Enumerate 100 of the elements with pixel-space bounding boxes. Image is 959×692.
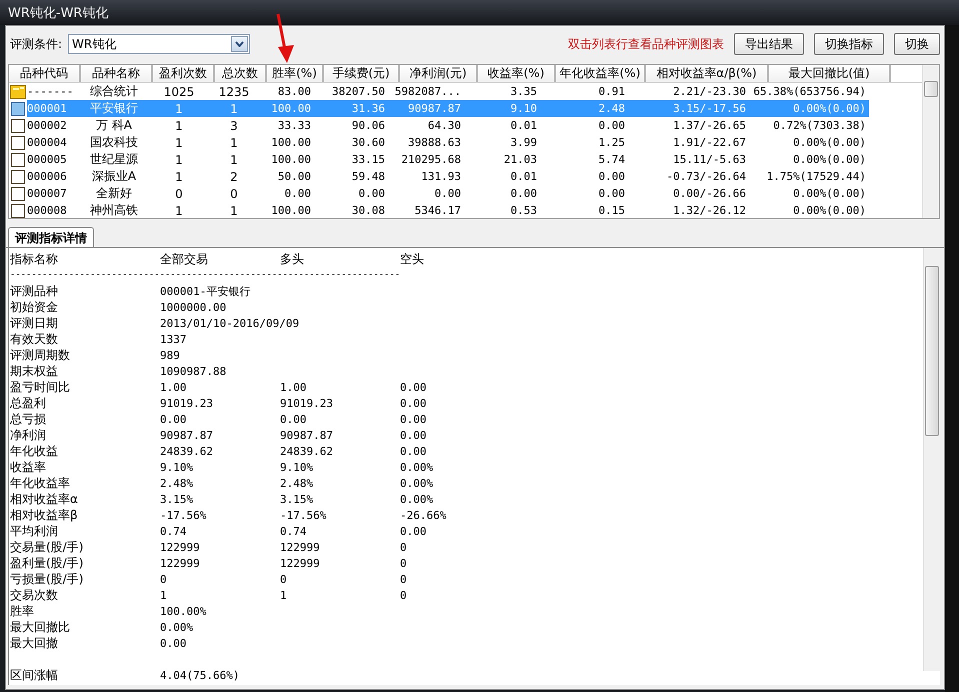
table-cell-text: 神州高铁 — [89, 202, 139, 218]
table-cell-text: 000004 — [27, 136, 68, 149]
toolbar-button[interactable]: 导出结果 — [734, 33, 804, 55]
scrollbar[interactable] — [922, 65, 939, 218]
table-cell-text: 0.53 — [510, 204, 538, 217]
table-cell-text: 210295.68 — [400, 153, 462, 166]
metric-value: 1090987.88 — [160, 364, 228, 378]
table-cell-text: 38207.50 — [331, 85, 386, 98]
table-cell-text: 0.00/-26.66 — [672, 187, 747, 200]
table-cell-text: 1.75%(17529.44) — [766, 170, 867, 183]
table-cell-text: 1 — [174, 170, 184, 184]
window-title: WR钝化-WR钝化 — [8, 4, 108, 22]
table-cell-text: 1 — [174, 118, 184, 132]
table-cell-text: 64.30 — [426, 119, 462, 132]
table-cell-text: 1 — [174, 204, 184, 218]
toolbar-button[interactable]: 切换指标 — [814, 33, 884, 55]
metric-value: 24839.62 — [280, 444, 334, 458]
metric-value: 000001-平安银行 — [160, 284, 252, 298]
metric-name: 有效天数 — [10, 330, 59, 348]
table-cell-text: 90.06 — [350, 119, 386, 132]
metric-value: 0.74 — [160, 524, 188, 538]
column-header[interactable]: 胜率(%) — [267, 65, 324, 82]
metric-value: 24839.62 — [160, 444, 214, 458]
metric-value: 0 — [160, 572, 168, 586]
table-cell-text: 0.00 — [284, 187, 312, 200]
metric-value: 1 — [160, 588, 168, 602]
column-header[interactable]: 手续费(元) — [324, 65, 400, 82]
table-cell-text: 0.00 — [358, 187, 386, 200]
column-header[interactable]: 收益率(%) — [478, 65, 556, 82]
column-header[interactable]: 品种名称 — [81, 65, 153, 82]
condition-label: 评测条件: — [10, 36, 62, 52]
metric-value: 90987.87 — [280, 428, 334, 442]
scrollbar[interactable] — [923, 248, 940, 671]
metric-name: 总盈利 — [10, 394, 47, 412]
column-header[interactable]: 最大回撤比(值) — [769, 65, 891, 82]
table-cell-text: 1 — [229, 204, 239, 218]
metric-value: 0.00 — [400, 524, 428, 538]
metric-value: 2013/01/10-2016/09/09 — [160, 316, 300, 330]
metric-value: 0.74 — [280, 524, 308, 538]
table-cell-text: 1 — [174, 136, 184, 150]
table-cell-text: 5.74 — [598, 153, 626, 166]
metric-value: 0 — [400, 540, 408, 554]
metric-value: -17.56% — [160, 508, 208, 522]
metric-value: 3.15% — [160, 492, 194, 506]
table-cell-text: 0.00 — [434, 187, 462, 200]
tab[interactable]: 评测指标详情 — [8, 227, 94, 247]
column-header[interactable]: 净利润(元) — [400, 65, 478, 82]
metric-name: 期末权益 — [10, 362, 59, 380]
metric-name: 年化收益率 — [10, 474, 71, 492]
table-cell-text: 1.91/-22.67 — [672, 136, 747, 149]
column-header[interactable]: 品种代码 — [9, 65, 81, 82]
column-header: 指标名称 — [10, 250, 59, 268]
metric-name: 平均利润 — [10, 522, 59, 540]
table-cell-text: 1235 — [218, 84, 250, 98]
metric-value: 0.00 — [400, 428, 428, 442]
table-cell-text: 131.93 — [420, 170, 462, 183]
table-cell-text: 平安银行 — [89, 100, 139, 117]
table-cell-text: 2.21/-23.30 — [672, 85, 747, 98]
metric-value: 1.00 — [160, 380, 188, 394]
table-cell-text: 0 — [229, 186, 239, 200]
column-header[interactable]: 总次数 — [215, 65, 267, 82]
condition-dropdown[interactable]: WR钝化 — [68, 34, 250, 54]
table-cell-text: 0.00%(0.00) — [792, 102, 867, 115]
metric-name: 评测品种 — [10, 282, 59, 300]
table-cell-text: 0.00 — [598, 187, 626, 200]
metric-value: 1000000.00 — [160, 300, 228, 314]
metric-name: 盈亏时间比 — [10, 378, 71, 396]
metric-name: 区间涨幅 — [10, 666, 59, 684]
metric-name: 评测周期数 — [10, 346, 71, 364]
table-cell-text: 39888.63 — [407, 136, 462, 149]
metric-name: 净利润 — [10, 426, 47, 444]
table-cell-text: 90987.87 — [407, 102, 462, 115]
metric-name: 交易量(股/手) — [10, 538, 84, 556]
metric-value: 0.00 — [280, 412, 308, 426]
table-cell-text: 3 — [229, 118, 239, 132]
metric-value: 4.04(75.66%) — [160, 668, 240, 682]
table-cell-text: 0.01 — [510, 119, 538, 132]
metric-value: 0.00 — [400, 412, 428, 426]
table-cell-text: 深振业A — [90, 168, 138, 185]
metric-value: 1337 — [160, 332, 188, 346]
table-cell-text: 33.15 — [350, 153, 386, 166]
column-header[interactable]: 年化收益率(%) — [556, 65, 646, 82]
metric-name: 总亏损 — [10, 410, 47, 428]
table-cell-text: 5346.17 — [414, 204, 462, 217]
table-cell-text: 万 科A — [94, 117, 134, 134]
metric-value: 1 — [280, 588, 288, 602]
table-cell-text: 83.00 — [276, 85, 312, 98]
metric-name: 年化收益 — [10, 442, 59, 460]
metric-name: 胜率 — [10, 602, 35, 620]
metric-value: 0.00 — [400, 444, 428, 458]
column-header[interactable]: 盈利次数 — [153, 65, 215, 82]
metric-value: 0.00 — [400, 396, 428, 410]
column-header[interactable]: 相对收益率α/β(%) — [646, 65, 769, 82]
metric-value: 0 — [400, 572, 408, 586]
metric-value: 0.00 — [160, 412, 188, 426]
toolbar-button[interactable]: 切换 — [894, 33, 940, 55]
metric-value: 3.15% — [280, 492, 314, 506]
folder-icon — [9, 84, 27, 99]
metric-value: 2.48% — [160, 476, 194, 490]
metric-name: 最大回撤比 — [10, 618, 71, 636]
